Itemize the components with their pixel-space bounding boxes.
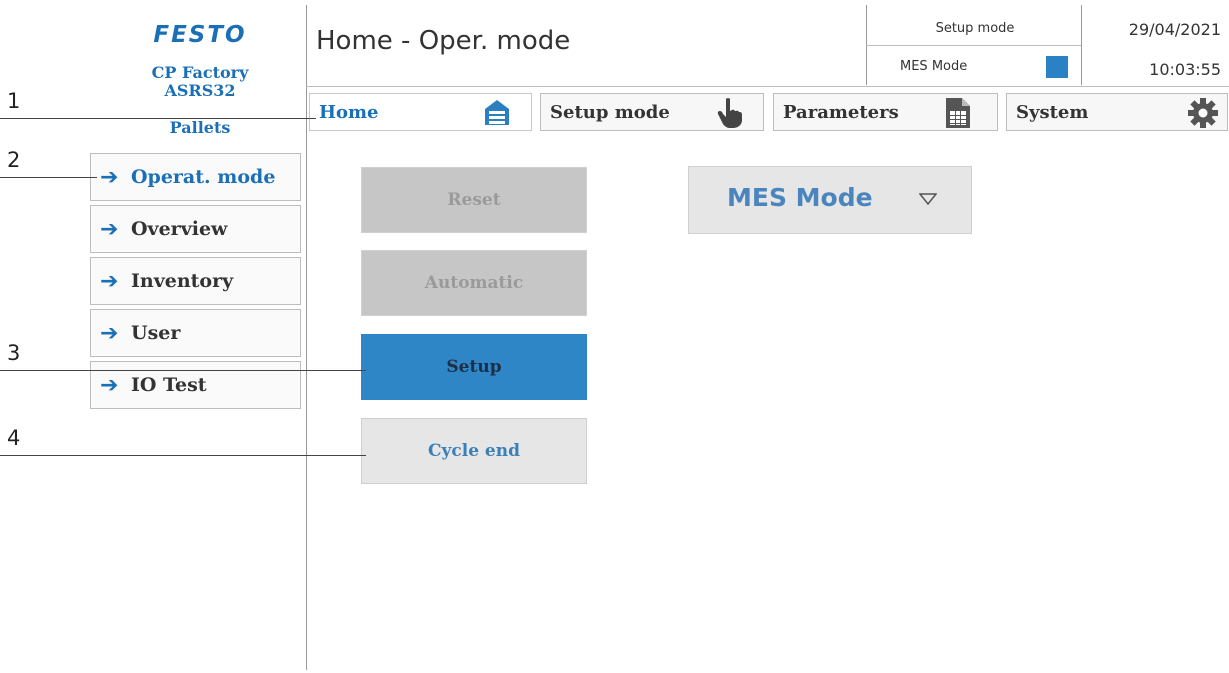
left-panel-divider xyxy=(306,5,307,670)
setup-mode-status: Setup mode xyxy=(935,21,1015,36)
sidebar-item-user[interactable]: ➔ User xyxy=(90,309,301,357)
callout-2-line xyxy=(0,177,97,178)
nav-setup-mode[interactable]: Setup mode xyxy=(540,93,764,131)
arrow-right-icon: ➔ xyxy=(100,217,119,242)
station-line-1: CP Factory xyxy=(151,63,249,82)
gear-icon xyxy=(1188,98,1218,128)
sidebar-item-label: Operat. mode xyxy=(131,166,276,188)
date-display: 29/04/2021 xyxy=(1128,20,1221,39)
festo-logo: FESTO xyxy=(153,22,247,48)
sidebar-item-inventory[interactable]: ➔ Inventory xyxy=(90,257,301,305)
mes-mode-indicator xyxy=(1046,56,1068,78)
page-title: Home - Oper. mode xyxy=(316,26,571,56)
station-line-3: Pallets xyxy=(169,118,231,137)
setup-button[interactable]: Setup xyxy=(361,334,587,400)
nav-system-label: System xyxy=(1016,102,1089,123)
station-line-2: ASRS32 xyxy=(164,81,236,100)
callout-2: 2 xyxy=(7,148,21,172)
mode-select-value: MES Mode xyxy=(727,183,873,212)
mode-select[interactable]: MES Mode xyxy=(688,166,972,234)
callout-4: 4 xyxy=(7,426,21,450)
sidebar-item-label: Inventory xyxy=(131,270,234,292)
callout-1: 1 xyxy=(7,89,21,113)
header-divider xyxy=(306,86,1229,87)
arrow-right-icon: ➔ xyxy=(100,373,119,398)
nav-parameters-label: Parameters xyxy=(783,102,899,123)
document-table-icon xyxy=(946,98,970,128)
nav-home-label: Home xyxy=(319,102,379,123)
mes-mode-status: MES Mode xyxy=(900,59,968,74)
status-divider-right xyxy=(1081,5,1082,85)
sidebar-item-io-test[interactable]: ➔ IO Test xyxy=(90,361,301,409)
callout-4-line xyxy=(0,455,366,456)
chevron-down-icon xyxy=(919,193,937,205)
reset-button[interactable]: Reset xyxy=(361,167,587,233)
arrow-right-icon: ➔ xyxy=(100,269,119,294)
nav-system[interactable]: System xyxy=(1006,93,1228,131)
callout-3-line xyxy=(0,370,366,371)
cycle-end-button[interactable]: Cycle end xyxy=(361,418,587,484)
callout-3: 3 xyxy=(7,341,21,365)
arrow-right-icon: ➔ xyxy=(100,321,119,346)
callout-1-line xyxy=(0,118,316,119)
nav-setup-mode-label: Setup mode xyxy=(550,102,670,123)
time-display: 10:03:55 xyxy=(1149,60,1221,79)
home-warehouse-icon xyxy=(485,100,509,125)
arrow-right-icon: ➔ xyxy=(100,165,119,190)
sidebar-item-label: Overview xyxy=(131,218,228,240)
automatic-button[interactable]: Automatic xyxy=(361,250,587,316)
nav-parameters[interactable]: Parameters xyxy=(773,93,998,131)
sidebar-item-label: User xyxy=(131,322,181,344)
hand-pointer-icon xyxy=(717,98,742,128)
sidebar-item-overview[interactable]: ➔ Overview xyxy=(90,205,301,253)
status-middle-divider xyxy=(866,45,1081,46)
sidebar-item-operat-mode[interactable]: ➔ Operat. mode xyxy=(90,153,301,201)
sidebar-item-label: IO Test xyxy=(131,374,207,396)
nav-home[interactable]: Home xyxy=(309,93,532,131)
